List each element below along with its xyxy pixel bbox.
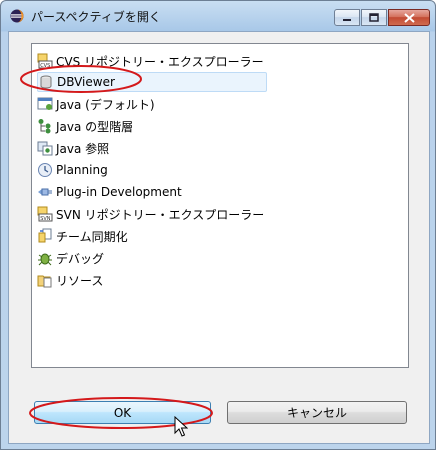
list-item-label: デバッグ [56, 251, 105, 266]
maximize-button[interactable] [361, 9, 387, 26]
java-browsing-icon [37, 140, 53, 156]
list-item[interactable]: デバッグ [37, 248, 267, 268]
cancel-button[interactable]: キャンセル [227, 401, 407, 424]
list-item-label: Java 参照 [56, 141, 110, 156]
database-icon [38, 74, 54, 90]
title-bar[interactable]: パースペクティブを開く [1, 1, 435, 31]
svn-icon: SVN [37, 206, 53, 222]
list-item-label: DBViewer [57, 75, 115, 89]
type-hierarchy-icon [37, 118, 53, 134]
minimize-button[interactable] [334, 9, 360, 26]
list-item-label: リソース [56, 273, 104, 288]
list-item-label: チーム同期化 [56, 229, 128, 244]
list-item-label: CVS リポジトリー・エクスプローラー [56, 54, 264, 69]
list-item[interactable]: チーム同期化 [37, 226, 267, 246]
dialog-title: パースペクティブを開く [31, 10, 161, 24]
list-item[interactable]: CVS CVS リポジトリー・エクスプローラー [37, 51, 267, 71]
dialog-body: CVS CVS リポジトリー・エクスプローラー DBViewer Java (デ… [8, 31, 430, 444]
team-sync-icon [37, 228, 53, 244]
list-item-label: Java の型階層 [56, 119, 134, 134]
list-item[interactable]: リソース [37, 270, 267, 290]
resource-icon [37, 272, 53, 288]
minimize-icon [343, 18, 351, 21]
list-item-label: SVN リポジトリー・エクスプローラー [56, 207, 265, 222]
eclipse-icon [10, 9, 24, 23]
list-item[interactable]: Planning [37, 160, 267, 180]
cvs-icon: CVS [37, 53, 53, 69]
list-item-selected[interactable]: DBViewer [37, 72, 267, 92]
list-item-label: Planning [56, 163, 108, 177]
open-perspective-dialog: パースペクティブを開く CVS CVS リポジトリー・エクスプローラー DBVi… [0, 0, 436, 450]
svg-text:CVS: CVS [40, 63, 50, 69]
svg-text:SVN: SVN [40, 216, 51, 222]
list-item-label: Java (デフォルト) [56, 97, 155, 112]
list-item[interactable]: Java (デフォルト) [37, 94, 267, 114]
planning-icon [37, 162, 53, 178]
mouse-cursor-icon [174, 416, 188, 437]
list-item-label: Plug-in Development [56, 185, 182, 199]
debug-icon [37, 250, 53, 266]
list-item[interactable]: SVN SVN リポジトリー・エクスプローラー [37, 204, 267, 224]
close-button[interactable] [388, 9, 430, 26]
list-item[interactable]: Plug-in Development [37, 182, 267, 202]
list-item[interactable]: Java の型階層 [37, 116, 267, 136]
window-controls [333, 9, 430, 27]
list-item[interactable]: Java 参照 [37, 138, 267, 158]
close-icon [403, 12, 415, 23]
perspective-list[interactable]: CVS CVS リポジトリー・エクスプローラー DBViewer Java (デ… [31, 43, 409, 368]
maximize-icon [369, 13, 379, 22]
java-perspective-icon [37, 96, 53, 112]
plugin-icon [37, 184, 53, 200]
